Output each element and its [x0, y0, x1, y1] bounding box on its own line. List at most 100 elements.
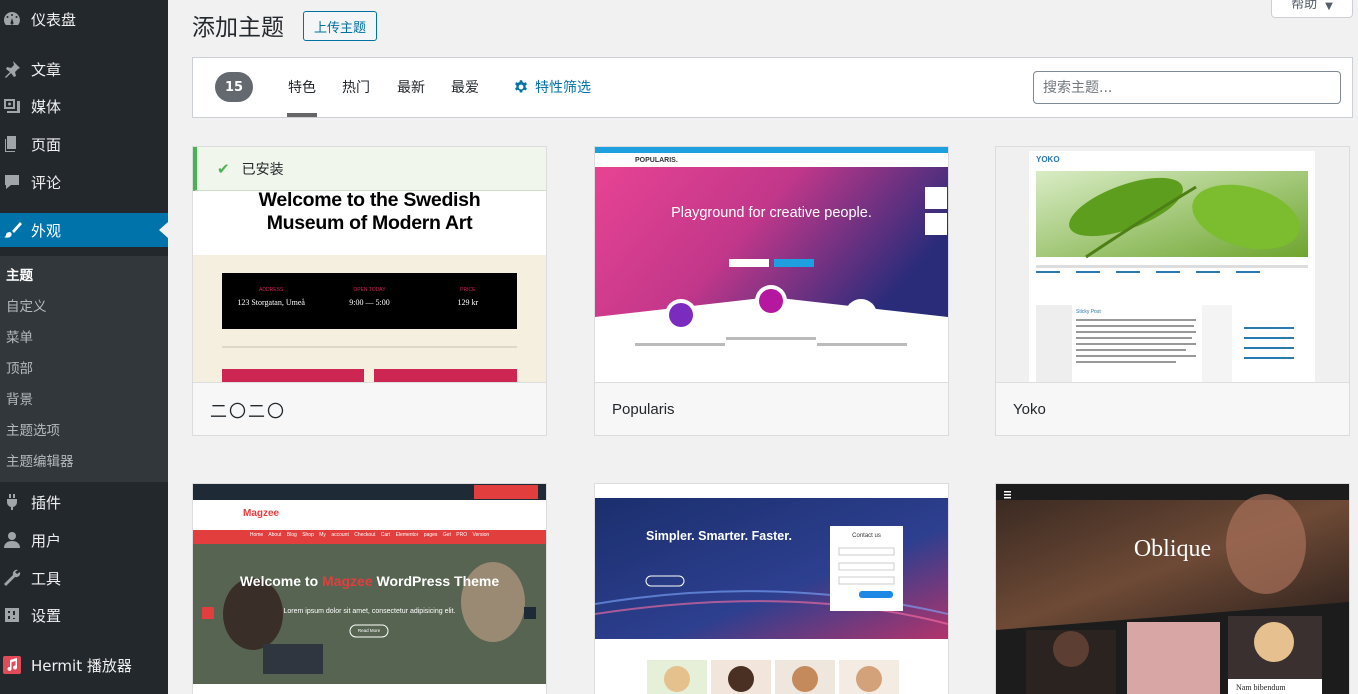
preview-info-value: 123 Storgatan, Umeå	[237, 298, 305, 307]
submenu-item-themes[interactable]: 主题	[6, 264, 33, 284]
preview-form-title: Contact us	[852, 533, 881, 539]
submenu-item-theme-editor[interactable]: 主题编辑器	[6, 450, 74, 470]
admin-sidebar: 仪表盘 文章 媒体 页面 评论 外观 主题 自定义 菜单 顶部 背景 主题选项 …	[0, 0, 168, 694]
feature-filter-button[interactable]: 特性筛选	[513, 77, 591, 97]
menu-item-dashboard[interactable]: 仪表盘	[0, 2, 168, 36]
submenu-item-background[interactable]: 背景	[6, 388, 33, 408]
theme-card-popularis[interactable]: POPULARIS. Playground for creative peopl…	[594, 146, 949, 436]
menu-label: 媒体	[31, 97, 62, 116]
preview-headline-brand: Magzee	[322, 573, 373, 589]
preview-nav-item: Get PRO Version	[442, 532, 490, 538]
preview-headline-part: WordPress Theme	[372, 573, 500, 589]
search-themes-input[interactable]	[1033, 71, 1341, 104]
submenu-item-theme-options[interactable]: 主题选项	[6, 419, 60, 439]
preview-info-value: 129 kr	[457, 298, 479, 307]
menu-label: 设置	[31, 606, 62, 625]
preview-info-label: ADDRESS	[259, 287, 284, 293]
preview-nav: Home About Blog Shop My account Checkout…	[193, 532, 546, 538]
brush-icon	[2, 220, 22, 240]
theme-card-yoko[interactable]: YOKO Sticky Post Yoko	[995, 146, 1350, 436]
tab-featured[interactable]: 特色	[288, 77, 316, 97]
theme-card-business[interactable]: Simpler. Smarter. Faster. Contact us	[594, 483, 949, 694]
preview-headline: Simpler. Smarter. Faster.	[646, 529, 792, 543]
theme-name: 二〇二〇	[193, 382, 546, 435]
theme-name: Popularis	[595, 382, 948, 435]
menu-label: 工具	[31, 569, 62, 588]
appearance-submenu: 主题 自定义 菜单 顶部 背景 主题选项 主题编辑器	[0, 256, 168, 482]
caret-down-icon: ▼	[1325, 1, 1333, 12]
theme-filter-bar: 15 特色 热门 最新 最爱 特性筛选	[192, 57, 1353, 118]
help-label: 帮助	[1291, 0, 1318, 12]
menu-label: 插件	[31, 493, 62, 512]
preview-subline: Lorem ipsum dolor sit amet, consectetur …	[283, 608, 456, 615]
preview-logo: Oblique	[1133, 536, 1212, 562]
preview-nav-item: Blog	[286, 532, 297, 538]
menu-item-appearance[interactable]: 外观	[0, 213, 168, 247]
installed-notice: ✔ 已安装	[193, 147, 546, 191]
preview-nav-item: Elementor pages	[395, 532, 438, 538]
theme-screenshot: POPULARIS. Playground for creative peopl…	[595, 147, 948, 382]
preview-caption: Nam bibendum	[1236, 683, 1286, 692]
feature-filter-label: 特性筛选	[535, 80, 591, 96]
preview-headline: Playground for creative people.	[671, 205, 872, 221]
help-tab-button[interactable]: 帮助 ▼	[1271, 0, 1353, 18]
plugin-icon	[2, 492, 22, 512]
theme-card-twentytwenty[interactable]: Welcome to the Swedish Museum of Modern …	[192, 146, 547, 436]
menu-item-plugins[interactable]: 插件	[0, 485, 168, 519]
preview-info-label: OPEN TODAY	[353, 287, 386, 293]
installed-label: 已安装	[241, 161, 284, 178]
theme-screenshot: YOKO Sticky Post	[996, 147, 1349, 382]
preview-nav-item: Checkout	[354, 532, 376, 538]
wrench-icon	[2, 568, 22, 588]
active-menu-arrow	[159, 222, 168, 238]
menu-item-hermit-player[interactable]: Hermit 播放器	[0, 648, 168, 682]
preview-button: Read More	[357, 628, 381, 633]
preview-info-strip: ADDRESS 123 Storgatan, Umeå OPEN TODAY 9…	[222, 287, 517, 307]
upload-theme-button[interactable]: 上传主题	[303, 11, 378, 41]
menu-label: 仪表盘	[31, 10, 77, 29]
submenu-item-customize[interactable]: 自定义	[6, 295, 47, 315]
user-icon	[2, 530, 22, 550]
music-icon	[2, 655, 22, 675]
preview-info-value: 9:00 — 5:00	[349, 298, 390, 307]
settings-icon	[2, 605, 22, 625]
page-icon	[2, 134, 22, 154]
preview-logo: YOKO	[1036, 155, 1060, 164]
menu-item-tools[interactable]: 工具	[0, 561, 168, 595]
submenu-item-menus[interactable]: 菜单	[6, 326, 33, 346]
theme-count-badge: 15	[215, 72, 253, 102]
theme-card-magzee[interactable]: Magzee Home About Blog Shop My account C…	[192, 483, 547, 694]
menu-label: 用户	[31, 531, 62, 550]
pin-icon	[2, 59, 22, 79]
preview-logo: Magzee	[243, 508, 280, 519]
media-icon	[2, 96, 22, 116]
preview-headline-part: Welcome to	[239, 573, 323, 589]
preview-nav-item: Cart	[380, 532, 391, 538]
menu-item-comments[interactable]: 评论	[0, 165, 168, 199]
menu-label: 页面	[31, 135, 62, 154]
tab-latest[interactable]: 最新	[397, 77, 425, 97]
theme-screenshot: Oblique Nam bibendum	[996, 484, 1349, 694]
submenu-item-header[interactable]: 顶部	[6, 357, 33, 377]
menu-label: Hermit 播放器	[31, 656, 132, 675]
preview-info-col: OPEN TODAY 9:00 — 5:00	[320, 287, 418, 307]
theme-screenshot: Magzee Home About Blog Shop My account C…	[193, 484, 546, 694]
tab-favorites[interactable]: 最爱	[451, 77, 479, 97]
theme-card-oblique[interactable]: Oblique Nam bibendum	[995, 483, 1350, 694]
preview-headline: Welcome to Magzee WordPress Theme	[233, 573, 506, 590]
preview-logo: POPULARIS.	[635, 157, 678, 164]
preview-heading: Welcome to the Swedish Museum of Modern …	[258, 189, 481, 234]
comment-icon	[2, 172, 22, 192]
preview-post-title: Sticky Post	[1076, 309, 1101, 315]
menu-item-posts[interactable]: 文章	[0, 52, 168, 86]
menu-label: 文章	[31, 60, 62, 79]
menu-item-users[interactable]: 用户	[0, 523, 168, 557]
menu-item-pages[interactable]: 页面	[0, 127, 168, 161]
theme-name: Yoko	[996, 382, 1349, 435]
page-title: 添加主题	[192, 15, 284, 41]
preview-info-col: PRICE 129 kr	[419, 287, 517, 307]
preview-nav-item: Shop	[302, 532, 314, 538]
menu-item-media[interactable]: 媒体	[0, 89, 168, 123]
tab-popular[interactable]: 热门	[342, 77, 370, 97]
menu-item-settings[interactable]: 设置	[0, 598, 168, 632]
